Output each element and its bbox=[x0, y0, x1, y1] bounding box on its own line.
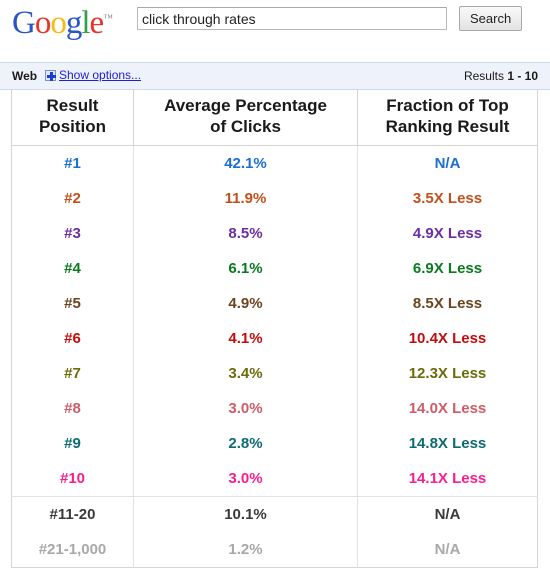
logo-letter-4: l bbox=[81, 5, 90, 41]
table-row: #10 3.0% 14.1X Less bbox=[11, 461, 538, 497]
table-row: #9 2.8% 14.8X Less bbox=[11, 426, 538, 462]
table-row: #2 11.9% 3.5X Less bbox=[11, 181, 538, 217]
table-row: #6 4.1% 10.4X Less bbox=[11, 321, 538, 357]
cell-average-percentage: 8.5% bbox=[133, 216, 358, 252]
cell-result-position: #2 bbox=[11, 181, 134, 217]
table-row: #3 8.5% 4.9X Less bbox=[11, 216, 538, 252]
column-header-average-percentage-of-clicks: Average Percentage of Clicks bbox=[133, 90, 358, 147]
cell-average-percentage: 3.0% bbox=[133, 461, 358, 497]
cell-fraction-of-top: N/A bbox=[434, 541, 461, 559]
cell-average-percentage: 1.2% bbox=[133, 532, 358, 568]
header-line-1: Result bbox=[46, 96, 99, 115]
results-count-prefix: Results bbox=[463, 69, 504, 83]
table-row: #1 42.1% N/A bbox=[11, 145, 538, 182]
results-count: Results 1 - 10 bbox=[464, 69, 538, 83]
table-row: #4 6.1% 6.9X Less bbox=[11, 251, 538, 287]
plus-box-icon bbox=[45, 69, 56, 81]
logo-trademark: ™ bbox=[103, 13, 113, 24]
cell-fraction-of-top: N/A bbox=[357, 496, 538, 533]
header-line-2: of Clicks bbox=[210, 116, 281, 136]
cell-average-percentage: 4.9% bbox=[133, 286, 358, 322]
table-row: #8 3.0% 14.0X Less bbox=[11, 391, 538, 427]
logo-letter-2: o bbox=[50, 5, 66, 41]
show-options-label: Show options... bbox=[59, 68, 142, 82]
cell-fraction-of-top: N/A bbox=[434, 155, 461, 173]
cell-result-position: #21-1,000 bbox=[11, 532, 134, 568]
cell-fraction-of-top: 6.9X Less bbox=[412, 260, 483, 278]
cell-average-percentage: 4.1% bbox=[133, 321, 358, 357]
table-row: #5 4.9% 8.5X Less bbox=[11, 286, 538, 322]
table-row: #21-1,000 1.2% N/A bbox=[11, 532, 538, 568]
table-row: #7 3.4% 12.3X Less bbox=[11, 356, 538, 392]
cell-average-percentage: 10.1% bbox=[133, 496, 358, 533]
tab-web[interactable]: Web bbox=[12, 69, 37, 83]
cell-result-position: #7 bbox=[11, 356, 134, 392]
header-line-2: Position bbox=[38, 116, 107, 136]
cell-average-percentage: 2.8% bbox=[133, 426, 358, 462]
cell-result-position: #9 bbox=[11, 426, 134, 462]
cell-average-percentage: 6.1% bbox=[133, 251, 358, 287]
cell-result-position: #11-20 bbox=[11, 496, 134, 533]
header-line-1: Average Percentage bbox=[164, 96, 327, 115]
header-line-2: Ranking Result bbox=[385, 116, 510, 136]
cell-result-position: #10 bbox=[11, 461, 134, 497]
cell-result-position: #5 bbox=[11, 286, 134, 322]
cell-average-percentage: 42.1% bbox=[133, 145, 358, 182]
results-count-range: 1 - 10 bbox=[507, 69, 538, 83]
logo-letter-3: g bbox=[65, 5, 82, 41]
cell-average-percentage: 3.0% bbox=[133, 391, 358, 427]
cell-fraction-of-top: 4.9X Less bbox=[412, 225, 483, 243]
cell-average-percentage: 11.9% bbox=[133, 181, 358, 217]
table-header-row: Result Position Average Percentage of Cl… bbox=[11, 90, 538, 147]
column-header-result-position: Result Position bbox=[11, 90, 134, 147]
cell-result-position: #3 bbox=[11, 216, 134, 252]
cell-fraction-of-top: 14.8X Less bbox=[408, 435, 487, 453]
search-header: Google™ Search bbox=[0, 0, 550, 56]
cell-result-position: #6 bbox=[11, 321, 134, 357]
cell-result-position: #4 bbox=[11, 251, 134, 287]
cell-average-percentage: 3.4% bbox=[133, 356, 358, 392]
show-options-link[interactable]: Show options... bbox=[45, 68, 141, 82]
cell-fraction-of-top: 14.0X Less bbox=[408, 400, 487, 418]
search-button[interactable]: Search bbox=[459, 6, 523, 31]
search-input[interactable] bbox=[137, 7, 447, 30]
column-header-fraction-of-top-ranking-result: Fraction of Top Ranking Result bbox=[357, 90, 538, 147]
table-header: Result Position Average Percentage of Cl… bbox=[11, 90, 538, 147]
logo-letter-0: G bbox=[12, 5, 36, 41]
cell-result-position: #1 bbox=[11, 145, 134, 182]
table-body: #1 42.1% N/A #2 11.9% 3.5X Less #3 8.5% 4.9X Les… bbox=[11, 145, 538, 568]
cell-fraction-of-top: 14.1X Less bbox=[408, 470, 487, 488]
click-through-rate-table: Result Position Average Percentage of Cl… bbox=[11, 90, 538, 568]
results-toolbar: Web Show options... Results 1 - 10 bbox=[0, 62, 550, 90]
cell-fraction-of-top: 10.4X Less bbox=[408, 330, 487, 348]
table-row: #11-20 10.1% N/A bbox=[11, 496, 538, 533]
logo-letter-1: o bbox=[34, 5, 51, 41]
header-line-1: Fraction of Top bbox=[386, 96, 509, 115]
logo-letter-5: e bbox=[89, 5, 105, 41]
cell-fraction-of-top: 8.5X Less bbox=[412, 295, 483, 313]
google-logo[interactable]: Google™ bbox=[12, 2, 113, 40]
cell-fraction-of-top: 12.3X Less bbox=[408, 365, 487, 383]
cell-fraction-of-top: 3.5X Less bbox=[412, 190, 483, 208]
cell-result-position: #8 bbox=[11, 391, 134, 427]
